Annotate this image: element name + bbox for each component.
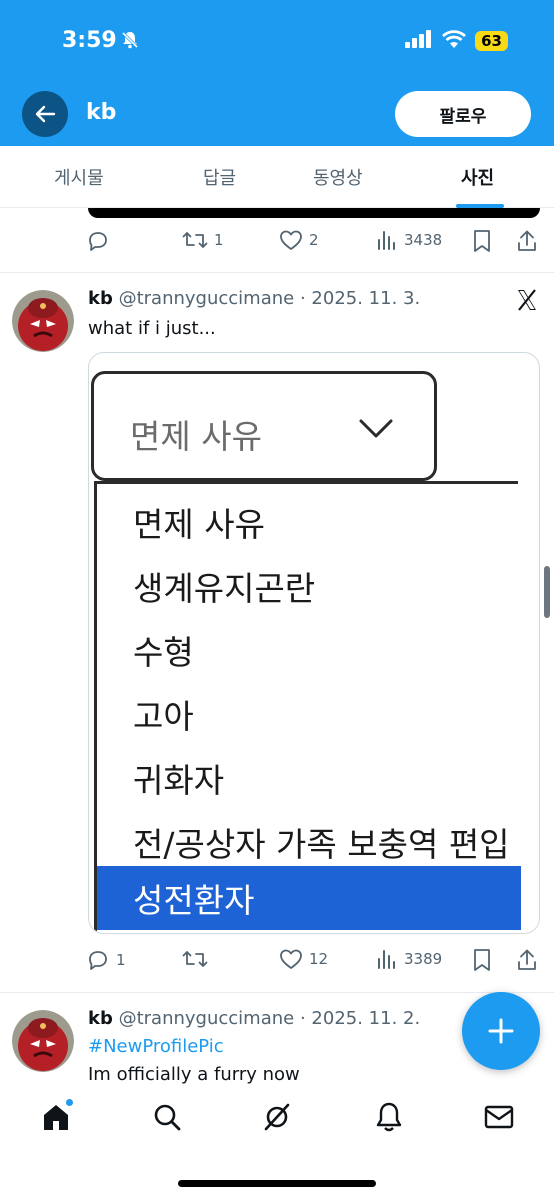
tab-posts[interactable]: 게시물	[54, 164, 104, 190]
wifi-icon	[441, 30, 467, 52]
tweet-divider	[0, 992, 554, 993]
home-indicator	[178, 1180, 376, 1187]
nav-messages[interactable]	[482, 1100, 516, 1134]
like-count: 12	[309, 950, 329, 968]
share-icon	[518, 949, 536, 970]
share-button[interactable]	[516, 948, 538, 972]
dropdown-option[interactable]: 면제 사유	[133, 498, 265, 546]
previous-tweet-actions: 1 2 3438	[86, 229, 542, 259]
reply-icon	[89, 232, 107, 251]
tweet-actions: 1 12 3389	[86, 948, 542, 978]
back-arrow-icon	[35, 105, 56, 123]
reply-button[interactable]	[86, 229, 110, 253]
scrollbar[interactable]	[544, 566, 550, 618]
status-time: 3:59	[62, 28, 117, 53]
share-button[interactable]	[516, 229, 538, 253]
compose-plus-icon	[488, 1018, 514, 1044]
messages-icon	[484, 1105, 514, 1129]
tab-photos[interactable]: 사진	[461, 164, 494, 190]
dropdown-option[interactable]: 생계유지곤란	[133, 562, 315, 610]
bookmark-button[interactable]	[472, 948, 492, 972]
retweet-button[interactable]: 1	[182, 229, 224, 251]
tab-replies[interactable]: 답글	[203, 164, 236, 190]
views-button[interactable]: 3438	[376, 229, 442, 251]
dropdown-select[interactable]: 면제 사유	[91, 371, 437, 481]
signal-icon	[405, 30, 433, 52]
retweet-icon	[182, 232, 208, 248]
avatar[interactable]	[12, 290, 74, 352]
profile-tabs: 게시물 답글 동영상 사진	[0, 146, 554, 208]
chevron-down-icon	[359, 419, 393, 438]
status-icons: 63	[405, 30, 508, 52]
app-header: 3:59 63 kb 팔로우	[0, 0, 554, 146]
tweet-media[interactable]: 면제 사유 면제 사유 생계유지곤란 수형 고아 귀화자 전/공상자 가족 보충…	[88, 352, 540, 934]
like-icon	[280, 230, 302, 250]
nav-notifications[interactable]	[372, 1100, 406, 1134]
reply-count: 1	[116, 951, 126, 969]
nav-grok[interactable]	[260, 1100, 294, 1134]
bookmark-icon	[474, 949, 490, 971]
view-count: 3438	[404, 231, 443, 249]
dropdown-option[interactable]: 전/공상자 가족 보충역 편입	[133, 818, 510, 866]
bookmark-button[interactable]	[472, 229, 492, 253]
views-icon	[378, 231, 395, 250]
dropdown-option[interactable]: 수형	[133, 626, 194, 674]
dropdown-option[interactable]: 고아	[133, 690, 194, 738]
bookmark-icon	[474, 230, 490, 252]
notification-dot	[65, 1098, 74, 1107]
previous-media-edge	[88, 208, 540, 218]
selected-option-label: 성전환자	[133, 881, 255, 920]
compose-button[interactable]	[462, 992, 540, 1070]
tab-videos[interactable]: 동영상	[313, 164, 363, 190]
notifications-icon	[376, 1102, 402, 1132]
tweet-divider	[0, 272, 554, 273]
author-name[interactable]: kb	[88, 1008, 113, 1029]
nav-search[interactable]	[150, 1100, 184, 1134]
x-logo-icon	[515, 288, 539, 316]
avatar[interactable]	[12, 1010, 74, 1072]
tweet-date[interactable]: · 2025. 11. 2.	[300, 1008, 420, 1029]
tweet-header: kb @trannyguccimane · 2025. 11. 2.	[88, 1008, 420, 1029]
profile-title: kb	[86, 100, 117, 125]
dropdown-option-selected[interactable]: 성전환자	[97, 866, 521, 930]
dropdown-selected-value: 면제 사유	[130, 417, 262, 456]
reply-icon	[89, 951, 107, 970]
battery-indicator: 63	[475, 31, 508, 51]
retweet-count: 1	[214, 231, 224, 249]
tweet-header: kb @trannyguccimane · 2025. 11. 3.	[88, 288, 420, 309]
back-button[interactable]	[22, 91, 68, 137]
like-count: 2	[309, 231, 319, 249]
search-icon	[154, 1104, 181, 1131]
author-handle[interactable]: @trannyguccimane	[119, 288, 295, 309]
nav-home[interactable]	[39, 1098, 74, 1134]
retweet-button[interactable]	[182, 948, 208, 970]
like-icon	[280, 949, 302, 969]
like-button[interactable]: 12	[279, 948, 328, 970]
tweet-date[interactable]: · 2025. 11. 3.	[300, 288, 420, 309]
like-button[interactable]: 2	[279, 229, 319, 251]
dropdown-option[interactable]: 귀화자	[133, 754, 224, 802]
views-icon	[378, 950, 395, 969]
bell-muted-icon	[120, 30, 140, 54]
share-icon	[518, 230, 536, 251]
reply-button[interactable]: 1	[86, 948, 126, 972]
grok-icon	[264, 1103, 290, 1131]
views-button[interactable]: 3389	[376, 948, 442, 970]
dropdown-options: 면제 사유 생계유지곤란 수형 고아 귀화자 전/공상자 가족 보충역 편입 성…	[94, 481, 521, 933]
view-count: 3389	[404, 950, 443, 968]
author-name[interactable]: kb	[88, 288, 113, 309]
author-handle[interactable]: @trannyguccimane	[119, 1008, 295, 1029]
hashtag-link[interactable]: #NewProfilePic	[88, 1036, 224, 1057]
follow-button[interactable]: 팔로우	[395, 91, 531, 137]
tweet-text: Im officially a furry now	[88, 1064, 300, 1085]
tweet-text: what if i just...	[88, 318, 216, 339]
retweet-icon	[182, 951, 208, 967]
